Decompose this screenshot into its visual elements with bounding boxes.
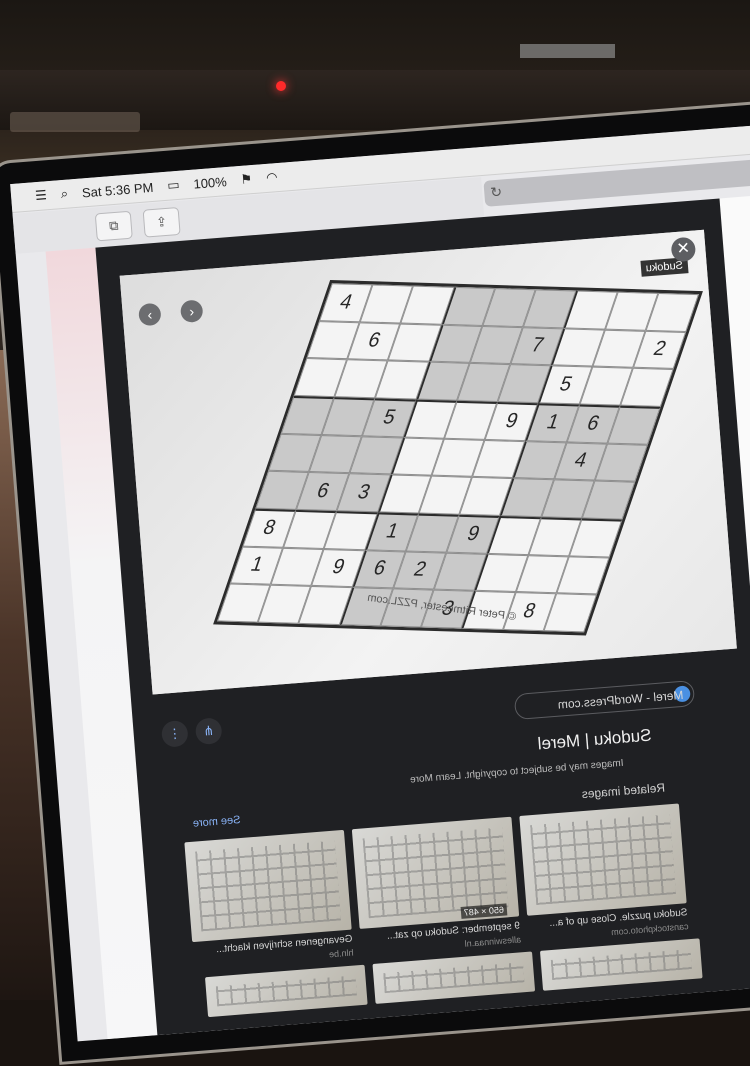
related-image-thumb[interactable] (184, 829, 352, 943)
laptop-screen: ☰ ⌕ Sat 5:36 PM ▭ 100% ⚑ ◠ ⧉ ⇪ ↻ + Sudok… (10, 122, 750, 1042)
more-options-icon[interactable]: ⋮ (160, 719, 189, 748)
tabs-button[interactable]: ⧉ (94, 210, 133, 242)
copyright-notice: Images may be subject to copyright. Lear… (409, 757, 624, 786)
see-more-link[interactable]: See more (192, 814, 240, 830)
wifi-icon[interactable]: ◠ (266, 169, 279, 186)
battery-level[interactable]: 100% (193, 174, 227, 192)
clock[interactable]: Sat 5:36 PM (81, 179, 154, 200)
related-image-thumb[interactable] (372, 951, 536, 1004)
battery-icon[interactable]: ▭ (167, 177, 181, 194)
flag-icon[interactable]: ⚑ (240, 171, 253, 188)
share-button[interactable]: ⇪ (142, 206, 181, 238)
image-title[interactable]: Sudoku | Merel (537, 725, 652, 754)
reload-icon[interactable]: ↻ (490, 183, 509, 202)
laptop: ☰ ⌕ Sat 5:36 PM ▭ 100% ⚑ ◠ ⧉ ⇪ ↻ + Sudok… (0, 0, 750, 1065)
image-viewer-panel: Sudoku 467255916463819196238 © Peter Rit… (95, 198, 750, 1036)
share-icon[interactable]: ⋔ (194, 717, 223, 746)
visit-source-button[interactable]: Merel - WordPress.com (513, 680, 696, 721)
image-details: ⋮ ⋔ Merel - WordPress.com Sudoku | Merel… (154, 668, 750, 1033)
search-icon[interactable]: ⌕ (60, 186, 69, 203)
preview-image[interactable]: Sudoku 467255916463819196238 © Peter Rit… (119, 229, 737, 695)
related-image-thumb[interactable] (519, 803, 687, 916)
related-image-thumb[interactable] (539, 938, 703, 991)
related-images-heading: Related images (581, 780, 666, 802)
related-image-thumb[interactable] (204, 964, 368, 1018)
list-icon[interactable]: ☰ (35, 187, 48, 204)
